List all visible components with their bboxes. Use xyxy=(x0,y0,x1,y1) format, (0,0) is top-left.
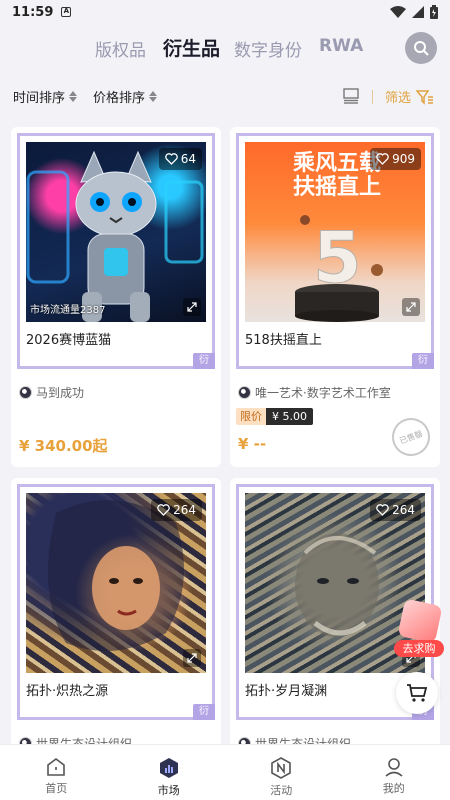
expand-button[interactable] xyxy=(402,298,420,316)
creator-info[interactable]: 唯一艺术·数字艺术工作室 xyxy=(238,384,391,401)
cart-icon xyxy=(407,684,428,702)
limit-label: 限价 xyxy=(236,408,266,425)
product-card[interactable]: 64 市场流通量2387 2026赛博蓝猫 衍 马到成功 ¥ 340.00起 xyxy=(11,127,221,467)
expand-button[interactable] xyxy=(183,298,201,316)
sort-by-price-label: 价格排序 xyxy=(93,91,146,106)
tab-copyright[interactable]: 版权品 xyxy=(95,36,146,61)
sort-by-time[interactable]: 时间排序 xyxy=(13,87,78,106)
tab-digital-identity[interactable]: 数字身份 xyxy=(234,36,302,61)
poster-headline-1: 乘风五载 xyxy=(292,150,381,176)
expand-icon xyxy=(187,302,197,312)
nav-label: 首页 xyxy=(45,782,68,795)
status-time: 11:59 xyxy=(12,4,54,20)
derivative-badge: 衍 xyxy=(193,353,215,369)
card-frame: 乘风五载 扶摇直上 5 909 518扶摇直上 衍 xyxy=(236,133,434,369)
nav-label: 我的 xyxy=(382,782,405,795)
artwork-image-blazing-source: 264 xyxy=(26,493,206,673)
card-title: 拓扑·炽热之源 xyxy=(26,684,109,699)
home-icon xyxy=(47,758,66,776)
heart-icon xyxy=(157,504,170,516)
creator-info[interactable]: 马到成功 xyxy=(19,384,84,401)
nav-item-activity[interactable]: 活动 xyxy=(225,745,338,800)
tab-rwa[interactable]: RWA xyxy=(319,36,363,56)
sort-bar: 时间排序 价格排序 筛选 xyxy=(0,84,450,108)
like-count: 264 xyxy=(392,503,415,517)
filter-icon xyxy=(416,89,434,105)
card-title: 2026赛博蓝猫 xyxy=(26,333,112,348)
notification-a-icon: A xyxy=(61,7,72,17)
sort-arrows-icon xyxy=(149,91,158,102)
sold-out-stamp: 已售罄 xyxy=(386,412,436,462)
wifi-icon xyxy=(390,6,406,18)
expand-icon xyxy=(406,302,416,312)
card-frame: 264 拓扑·炽热之源 衍 xyxy=(17,484,215,720)
category-tabs: 版权品 衍生品 数字身份 RWA xyxy=(0,30,450,66)
filter-label: 筛选 xyxy=(385,91,412,106)
filter-button[interactable]: 筛选 xyxy=(385,87,434,106)
status-bar: 11:59 A xyxy=(0,0,450,24)
limit-price: ¥ 5.00 xyxy=(266,408,313,425)
sort-by-price[interactable]: 价格排序 xyxy=(93,87,158,106)
creator-avatar xyxy=(238,386,251,399)
sort-arrows-icon xyxy=(69,91,78,102)
heart-icon xyxy=(376,504,389,516)
nav-item-profile[interactable]: 我的 xyxy=(338,745,450,800)
profile-icon xyxy=(385,758,403,777)
card-frame: 64 市场流通量2387 2026赛博蓝猫 衍 xyxy=(17,133,215,369)
sort-by-time-label: 时间排序 xyxy=(13,91,66,106)
card-price: ¥ 340.00起 xyxy=(19,437,108,455)
creator-name: 唯一艺术·数字艺术工作室 xyxy=(255,386,391,400)
card-title: 518扶摇直上 xyxy=(245,333,322,348)
heart-icon xyxy=(164,153,178,165)
circulation-text: 市场流通量2387 xyxy=(30,305,106,316)
grid-layout-icon xyxy=(343,88,359,104)
nav-item-market[interactable]: 市场 xyxy=(113,745,226,800)
like-count: 64 xyxy=(180,152,196,166)
like-button[interactable]: 264 xyxy=(370,499,421,521)
market-icon xyxy=(159,758,178,778)
tab-derivatives[interactable]: 衍生品 xyxy=(163,34,220,61)
nav-label: 市场 xyxy=(157,784,180,797)
activity-icon xyxy=(271,757,292,779)
battery-icon xyxy=(430,5,438,19)
search-button[interactable] xyxy=(405,32,437,64)
expand-button[interactable] xyxy=(183,649,201,667)
cart-button[interactable] xyxy=(396,672,438,714)
like-button[interactable]: 64 xyxy=(158,148,202,170)
poster-headline-2: 扶摇直上 xyxy=(293,174,381,200)
artwork-image-518-poster: 乘风五载 扶摇直上 5 909 xyxy=(245,142,425,322)
search-icon xyxy=(414,41,429,56)
like-count: 264 xyxy=(173,503,196,517)
card-price: ¥ -- xyxy=(238,435,267,453)
derivative-badge: 衍 xyxy=(193,704,215,720)
price-limit-badge: 限价 ¥ 5.00 xyxy=(236,408,313,425)
product-card[interactable]: 乘风五载 扶摇直上 5 909 518扶摇直上 衍 唯一艺术·数字艺术工作室 限… xyxy=(230,127,440,467)
creator-name: 马到成功 xyxy=(36,386,85,400)
derivative-badge: 衍 xyxy=(412,353,434,369)
seek-to-buy-button[interactable]: 去求购 xyxy=(394,598,444,662)
like-button[interactable]: 264 xyxy=(151,499,202,521)
artwork-image-cyber-cat: 64 市场流通量2387 xyxy=(26,142,206,322)
bottom-navigation: 首页 市场 活动 我的 xyxy=(0,744,450,800)
nav-item-home[interactable]: 首页 xyxy=(0,745,113,800)
expand-icon xyxy=(187,653,197,663)
divider xyxy=(372,90,373,104)
gift-box-icon xyxy=(397,598,443,644)
creator-avatar xyxy=(19,386,32,399)
signal-icon xyxy=(412,6,424,18)
like-count: 909 xyxy=(392,152,415,166)
seek-to-buy-label: 去求购 xyxy=(394,640,444,657)
nav-label: 活动 xyxy=(270,784,293,797)
like-button[interactable]: 909 xyxy=(370,148,421,170)
heart-icon xyxy=(376,153,389,165)
card-title: 拓扑·岁月凝渊 xyxy=(245,684,328,699)
layout-toggle-button[interactable] xyxy=(343,88,359,108)
